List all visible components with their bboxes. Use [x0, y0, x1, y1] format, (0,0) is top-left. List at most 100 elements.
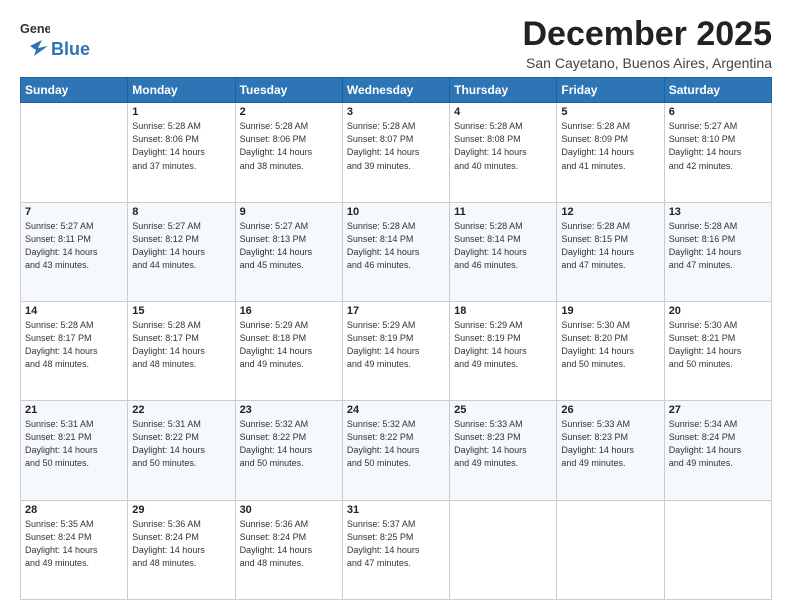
day-info: Sunrise: 5:29 AM Sunset: 8:18 PM Dayligh…: [240, 319, 338, 371]
calendar-cell: 26Sunrise: 5:33 AM Sunset: 8:23 PM Dayli…: [557, 401, 664, 500]
day-number: 18: [454, 305, 552, 317]
calendar-header-saturday: Saturday: [664, 78, 771, 103]
day-info: Sunrise: 5:28 AM Sunset: 8:15 PM Dayligh…: [561, 220, 659, 272]
day-number: 14: [25, 305, 123, 317]
calendar-cell: 27 Sunrise: 5:34 AM Sunset: 8:24 PM Dayli…: [664, 401, 771, 500]
day-info: Sunrise: 5:28 AM Sunset: 8:08 PM Dayligh…: [454, 120, 552, 172]
day-number: 1: [132, 106, 230, 118]
calendar-header-wednesday: Wednesday: [342, 78, 449, 103]
calendar-cell: 30Sunrise: 5:36 AM Sunset: 8:24 PM Dayli…: [235, 500, 342, 599]
calendar-cell: 16 Sunrise: 5:29 AM Sunset: 8:18 PM Dayli…: [235, 302, 342, 401]
day-info: Sunrise: 5:28 AM Sunset: 8:14 PM Dayligh…: [454, 220, 552, 272]
day-info: Sunrise: 5:28 AM Sunset: 8:07 PM Dayligh…: [347, 120, 445, 172]
calendar-week-row: 7 Sunrise: 5:27 AM Sunset: 8:11 PM Daylig…: [21, 202, 772, 301]
day-info: Sunrise: 5:28 AM Sunset: 8:06 PM Dayligh…: [132, 120, 230, 172]
day-number: 17: [347, 305, 445, 317]
calendar-cell: 25Sunrise: 5:33 AM Sunset: 8:23 PM Dayli…: [450, 401, 557, 500]
day-number: 20: [669, 305, 767, 317]
calendar-header-thursday: Thursday: [450, 78, 557, 103]
day-info: Sunrise: 5:28 AM Sunset: 8:17 PM Dayligh…: [25, 319, 123, 371]
day-number: 13: [669, 206, 767, 218]
day-number: 27: [669, 404, 767, 416]
day-number: 25: [454, 404, 552, 416]
calendar-cell: 13 Sunrise: 5:28 AM Sunset: 8:16 PM Dayli…: [664, 202, 771, 301]
day-info: Sunrise: 5:37 AM Sunset: 8:25 PM Dayligh…: [347, 518, 445, 570]
day-info: Sunrise: 5:30 AM Sunset: 8:20 PM Dayligh…: [561, 319, 659, 371]
day-number: 24: [347, 404, 445, 416]
day-info: Sunrise: 5:36 AM Sunset: 8:24 PM Dayligh…: [132, 518, 230, 570]
day-info: Sunrise: 5:28 AM Sunset: 8:17 PM Dayligh…: [132, 319, 230, 371]
calendar-cell: [557, 500, 664, 599]
title-block: December 2025 San Cayetano, Buenos Aires…: [522, 16, 772, 71]
day-info: Sunrise: 5:33 AM Sunset: 8:23 PM Dayligh…: [561, 418, 659, 470]
calendar-cell: 1 Sunrise: 5:28 AM Sunset: 8:06 PM Daylig…: [128, 103, 235, 202]
day-number: 4: [454, 106, 552, 118]
day-info: Sunrise: 5:28 AM Sunset: 8:16 PM Dayligh…: [669, 220, 767, 272]
calendar-cell: 9Sunrise: 5:27 AM Sunset: 8:13 PM Daylig…: [235, 202, 342, 301]
day-number: 15: [132, 305, 230, 317]
day-info: Sunrise: 5:31 AM Sunset: 8:22 PM Dayligh…: [132, 418, 230, 470]
calendar-cell: 14 Sunrise: 5:28 AM Sunset: 8:17 PM Dayli…: [21, 302, 128, 401]
day-number: 11: [454, 206, 552, 218]
day-info: Sunrise: 5:28 AM Sunset: 8:14 PM Dayligh…: [347, 220, 445, 272]
general-blue-icon: General: [20, 20, 50, 38]
calendar-cell: 8Sunrise: 5:27 AM Sunset: 8:12 PM Daylig…: [128, 202, 235, 301]
calendar-cell: 22 Sunrise: 5:31 AM Sunset: 8:22 PM Dayli…: [128, 401, 235, 500]
calendar-cell: 28Sunrise: 5:35 AM Sunset: 8:24 PM Dayli…: [21, 500, 128, 599]
day-info: Sunrise: 5:27 AM Sunset: 8:13 PM Dayligh…: [240, 220, 338, 272]
day-number: 28: [25, 504, 123, 516]
day-info: Sunrise: 5:31 AM Sunset: 8:21 PM Dayligh…: [25, 418, 123, 470]
calendar-cell: 23Sunrise: 5:32 AM Sunset: 8:22 PM Dayli…: [235, 401, 342, 500]
calendar-cell: 5 Sunrise: 5:28 AM Sunset: 8:09 PM Daylig…: [557, 103, 664, 202]
day-info: Sunrise: 5:28 AM Sunset: 8:09 PM Dayligh…: [561, 120, 659, 172]
day-info: Sunrise: 5:30 AM Sunset: 8:21 PM Dayligh…: [669, 319, 767, 371]
header: General Blue December 2025 San Cayetano,…: [20, 16, 772, 71]
day-number: 23: [240, 404, 338, 416]
day-info: Sunrise: 5:28 AM Sunset: 8:06 PM Dayligh…: [240, 120, 338, 172]
calendar-week-row: 1 Sunrise: 5:28 AM Sunset: 8:06 PM Daylig…: [21, 103, 772, 202]
calendar-cell: [450, 500, 557, 599]
day-info: Sunrise: 5:34 AM Sunset: 8:24 PM Dayligh…: [669, 418, 767, 470]
calendar-cell: 11 Sunrise: 5:28 AM Sunset: 8:14 PM Dayli…: [450, 202, 557, 301]
svg-text:General: General: [20, 22, 50, 36]
day-number: 16: [240, 305, 338, 317]
day-info: Sunrise: 5:32 AM Sunset: 8:22 PM Dayligh…: [347, 418, 445, 470]
day-number: 21: [25, 404, 123, 416]
calendar-cell: [664, 500, 771, 599]
day-number: 19: [561, 305, 659, 317]
calendar-cell: 31 Sunrise: 5:37 AM Sunset: 8:25 PM Dayli…: [342, 500, 449, 599]
calendar-cell: 15 Sunrise: 5:28 AM Sunset: 8:17 PM Dayli…: [128, 302, 235, 401]
day-number: 6: [669, 106, 767, 118]
day-number: 31: [347, 504, 445, 516]
calendar-header-friday: Friday: [557, 78, 664, 103]
day-number: 8: [132, 206, 230, 218]
day-number: 10: [347, 206, 445, 218]
day-number: 12: [561, 206, 659, 218]
logo-text-blue: Blue: [51, 39, 90, 60]
calendar-week-row: 21 Sunrise: 5:31 AM Sunset: 8:21 PM Dayli…: [21, 401, 772, 500]
day-number: 3: [347, 106, 445, 118]
calendar-week-row: 14 Sunrise: 5:28 AM Sunset: 8:17 PM Dayli…: [21, 302, 772, 401]
day-info: Sunrise: 5:29 AM Sunset: 8:19 PM Dayligh…: [454, 319, 552, 371]
logo-bird-icon: [20, 38, 48, 60]
calendar-cell: 7 Sunrise: 5:27 AM Sunset: 8:11 PM Daylig…: [21, 202, 128, 301]
calendar-cell: 20 Sunrise: 5:30 AM Sunset: 8:21 PM Dayli…: [664, 302, 771, 401]
calendar-header-sunday: Sunday: [21, 78, 128, 103]
calendar-cell: [21, 103, 128, 202]
day-number: 30: [240, 504, 338, 516]
calendar-cell: 17Sunrise: 5:29 AM Sunset: 8:19 PM Dayli…: [342, 302, 449, 401]
calendar-cell: 19 Sunrise: 5:30 AM Sunset: 8:20 PM Dayli…: [557, 302, 664, 401]
calendar-cell: 4 Sunrise: 5:28 AM Sunset: 8:08 PM Daylig…: [450, 103, 557, 202]
day-number: 22: [132, 404, 230, 416]
page: General Blue December 2025 San Cayetano,…: [0, 0, 792, 612]
calendar-cell: 12 Sunrise: 5:28 AM Sunset: 8:15 PM Dayli…: [557, 202, 664, 301]
calendar-header-row: SundayMondayTuesdayWednesdayThursdayFrid…: [21, 78, 772, 103]
day-number: 7: [25, 206, 123, 218]
day-info: Sunrise: 5:27 AM Sunset: 8:10 PM Dayligh…: [669, 120, 767, 172]
calendar-cell: 29 Sunrise: 5:36 AM Sunset: 8:24 PM Dayli…: [128, 500, 235, 599]
calendar-cell: 18 Sunrise: 5:29 AM Sunset: 8:19 PM Dayli…: [450, 302, 557, 401]
calendar-cell: 10 Sunrise: 5:28 AM Sunset: 8:14 PM Dayli…: [342, 202, 449, 301]
day-info: Sunrise: 5:27 AM Sunset: 8:11 PM Dayligh…: [25, 220, 123, 272]
day-number: 29: [132, 504, 230, 516]
day-number: 5: [561, 106, 659, 118]
